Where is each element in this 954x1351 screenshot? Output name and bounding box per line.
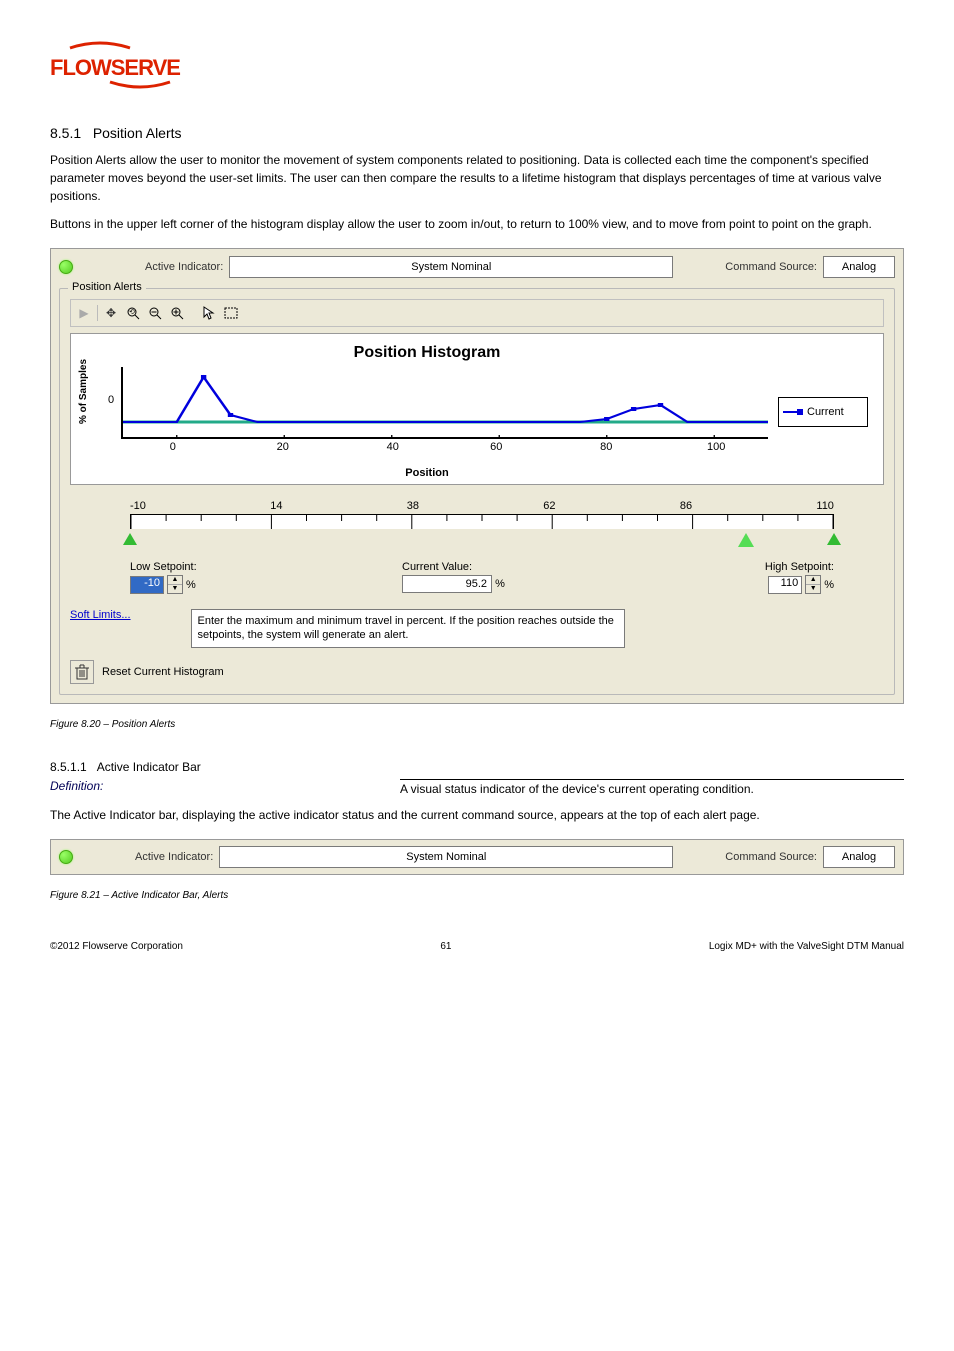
ruler-label: 14 bbox=[270, 500, 282, 512]
svg-text:FLOWSERVE: FLOWSERVE bbox=[50, 55, 180, 80]
position-ruler: -10 14 38 62 86 110 bbox=[130, 500, 834, 551]
unit-label: % bbox=[824, 579, 834, 591]
footer-left: ©2012 Flowserve Corporation bbox=[50, 941, 183, 952]
unit-label: % bbox=[495, 578, 505, 590]
x-tick: 60 bbox=[490, 441, 502, 453]
low-setpoint-input[interactable]: -10 bbox=[130, 576, 164, 594]
ruler-label: -10 bbox=[130, 500, 146, 512]
active-indicator-label: Active Indicator: bbox=[145, 261, 223, 273]
zoom-out-icon[interactable] bbox=[146, 304, 164, 322]
high-setpoint-label: High Setpoint: bbox=[674, 561, 834, 573]
position-alerts-groupbox: Position Alerts ▶ ✥ ⟲ bbox=[59, 288, 895, 695]
groupbox-title: Position Alerts bbox=[68, 281, 146, 293]
ruler-label: 86 bbox=[680, 500, 692, 512]
figure-caption-2: Figure 8.21 – Active Indicator Bar, Aler… bbox=[50, 890, 904, 901]
figure-caption-1: Figure 8.20 – Position Alerts bbox=[50, 719, 904, 730]
position-alerts-panel: Active Indicator: System Nominal Command… bbox=[50, 248, 904, 704]
flowserve-logo: FLOWSERVE bbox=[50, 40, 904, 95]
legend-line-icon bbox=[783, 411, 801, 413]
pan-icon[interactable]: ✥ bbox=[102, 304, 120, 322]
help-text: Enter the maximum and minimum travel in … bbox=[191, 609, 625, 648]
zoom-reset-icon[interactable]: ⟲ bbox=[124, 304, 142, 322]
x-tick: 40 bbox=[387, 441, 399, 453]
ruler-label: 62 bbox=[543, 500, 555, 512]
high-marker-icon[interactable] bbox=[827, 533, 841, 545]
footer-page-number: 61 bbox=[440, 941, 451, 952]
unit-label: % bbox=[186, 579, 196, 591]
x-tick: 100 bbox=[707, 441, 725, 453]
x-axis-label: Position bbox=[86, 467, 768, 479]
active-indicator-value: System Nominal bbox=[229, 256, 673, 278]
chart-title: Position Histogram bbox=[86, 344, 768, 362]
status-dot-icon bbox=[59, 260, 73, 274]
command-source-value: Analog bbox=[823, 256, 895, 278]
intro-paragraph-2: Buttons in the upper left corner of the … bbox=[50, 215, 904, 233]
ruler-label: 38 bbox=[407, 500, 419, 512]
intro-paragraph-1: Position Alerts allow the user to monito… bbox=[50, 151, 904, 205]
definition-row: Definition: A visual status indicator of… bbox=[50, 779, 904, 796]
svg-text:⟲: ⟲ bbox=[129, 309, 135, 316]
high-setpoint-spinner[interactable]: ▲▼ bbox=[805, 575, 821, 594]
y-axis-label: % of Samples bbox=[78, 359, 89, 424]
definition-label: Definition: bbox=[50, 779, 103, 793]
definition-text: A visual status indicator of the device'… bbox=[400, 779, 904, 796]
x-tick: 20 bbox=[277, 441, 289, 453]
command-source-label: Command Source: bbox=[725, 851, 817, 863]
subsection-heading: 8.5.1.1 Active Indicator Bar bbox=[50, 760, 904, 774]
current-value-label: Current Value: bbox=[402, 561, 674, 573]
current-marker-icon bbox=[738, 533, 754, 547]
active-indicator-label: Active Indicator: bbox=[135, 851, 213, 863]
command-source-label: Command Source: bbox=[725, 261, 817, 273]
low-setpoint-label: Low Setpoint: bbox=[130, 561, 402, 573]
select-rect-icon[interactable] bbox=[222, 304, 240, 322]
low-setpoint-spinner[interactable]: ▲▼ bbox=[167, 575, 183, 594]
x-tick: 0 bbox=[170, 441, 176, 453]
histogram-chart: Position Histogram % of Samples 0 bbox=[70, 333, 884, 485]
high-setpoint-input[interactable]: 110 bbox=[768, 576, 802, 594]
cursor-icon[interactable] bbox=[200, 304, 218, 322]
page-footer: ©2012 Flowserve Corporation 61 Logix MD+… bbox=[50, 941, 904, 952]
chart-plot bbox=[121, 367, 768, 439]
active-indicator-value: System Nominal bbox=[219, 846, 673, 868]
soft-limits-link[interactable]: Soft Limits... bbox=[70, 609, 131, 621]
low-marker-icon[interactable] bbox=[123, 533, 137, 545]
chart-legend: Current bbox=[778, 397, 868, 427]
y-tick-0: 0 bbox=[108, 394, 114, 406]
active-indicator-bar-figure: Active Indicator: System Nominal Command… bbox=[50, 839, 904, 875]
current-value-display: 95.2 bbox=[402, 575, 492, 593]
legend-label: Current bbox=[807, 406, 844, 418]
zoom-in-icon[interactable] bbox=[168, 304, 186, 322]
status-dot-icon bbox=[59, 850, 73, 864]
subsection-paragraph: The Active Indicator bar, displaying the… bbox=[50, 806, 904, 824]
x-tick: 80 bbox=[600, 441, 612, 453]
reset-histogram-label: Reset Current Histogram bbox=[102, 666, 224, 678]
section-heading: 8.5.1 Position Alerts bbox=[50, 125, 904, 141]
play-icon[interactable]: ▶ bbox=[75, 304, 93, 322]
ruler-label: 110 bbox=[816, 500, 834, 512]
reset-histogram-button[interactable] bbox=[70, 660, 94, 684]
footer-right: Logix MD+ with the ValveSight DTM Manual bbox=[709, 941, 904, 952]
command-source-value: Analog bbox=[823, 846, 895, 868]
chart-toolbar: ▶ ✥ ⟲ bbox=[70, 299, 884, 327]
